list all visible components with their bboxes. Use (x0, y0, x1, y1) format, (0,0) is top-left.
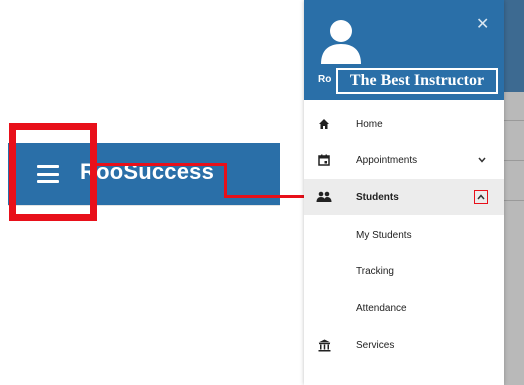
close-icon[interactable]: ✕ (476, 14, 489, 34)
menu-item-label: Students (356, 191, 399, 203)
home-icon (316, 116, 332, 132)
calendar-icon (316, 152, 332, 168)
menu-item-label: Appointments (356, 154, 418, 166)
menu-item-label: Attendance (356, 302, 407, 314)
instructor-label: The Best Instructor (336, 68, 498, 94)
menu-item-label: My Students (356, 229, 412, 241)
menu-item-tracking[interactable]: Tracking (304, 253, 504, 289)
people-icon (316, 189, 332, 205)
menu-item-appointments[interactable]: Appointments (304, 142, 504, 178)
chevron-down-icon[interactable] (478, 155, 486, 166)
drawer-backdrop[interactable] (504, 0, 524, 385)
menu-item-label: Services (356, 339, 395, 351)
navigation-drawer: ✕ Ro The Best Instructor Home Appointmen… (304, 0, 504, 385)
menu-item-attendance[interactable]: Attendance (304, 290, 504, 326)
menu-item-services[interactable]: Services (304, 327, 504, 363)
arrow-line-stem (93, 163, 227, 166)
user-avatar-icon (321, 20, 361, 64)
institution-icon (316, 337, 332, 353)
menu-item-label: Tracking (356, 265, 394, 277)
chevron-up-icon[interactable] (474, 190, 488, 204)
highlight-box (9, 123, 97, 221)
header-short-label: Ro (318, 74, 332, 85)
menu-item-home[interactable]: Home (304, 106, 504, 142)
menu-item-label: Home (356, 118, 383, 130)
menu-item-my-students[interactable]: My Students (304, 217, 504, 253)
arrow-line-down (224, 163, 227, 198)
menu-item-students[interactable]: Students (304, 179, 504, 215)
